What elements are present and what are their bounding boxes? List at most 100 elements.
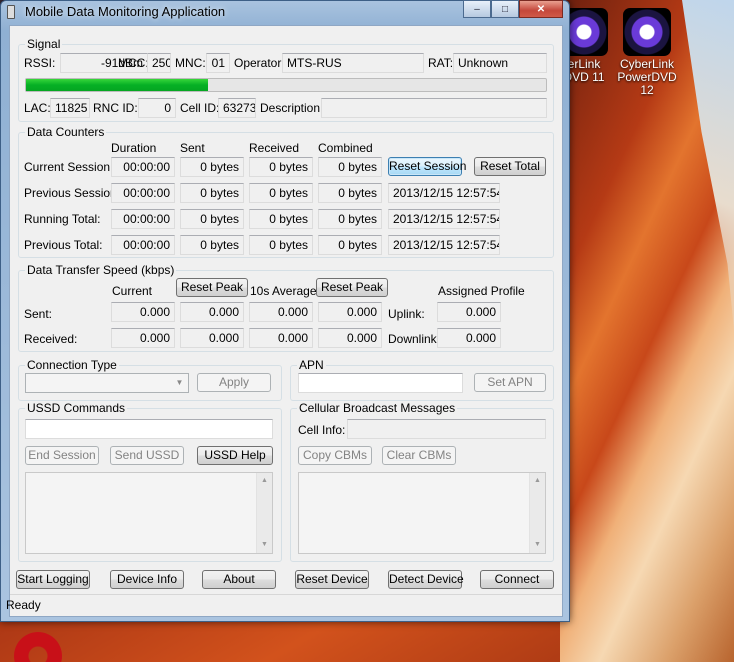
counter-date-value: 2013/12/15 12:57:54 <box>388 209 500 229</box>
signal-strength-fill <box>26 79 208 91</box>
cbm-scrollbar[interactable]: ▲ ▼ <box>529 473 545 553</box>
sent-peak-value: 0.000 <box>180 302 244 322</box>
rat-label: RAT: <box>428 56 454 70</box>
cell-id-value: 63273 <box>218 98 256 118</box>
lac-value: 11825 <box>50 98 90 118</box>
counter-sent-value: 0 bytes <box>180 235 244 255</box>
counter-sent-value: 0 bytes <box>180 157 244 177</box>
window-title: Mobile Data Monitoring Application <box>25 4 226 19</box>
scroll-up-icon[interactable]: ▲ <box>257 473 272 489</box>
desktop-icon-powerdvd12[interactable]: CyberLink PowerDVD 12 <box>610 8 684 97</box>
assigned-profile-header: Assigned Profile <box>438 284 525 298</box>
caption-buttons: – □ ✕ <box>463 0 563 18</box>
counter-combined-value: 0 bytes <box>318 209 382 229</box>
about-button[interactable]: About <box>202 570 276 589</box>
uplink-value: 0.000 <box>437 302 501 322</box>
scroll-up-icon[interactable]: ▲ <box>530 473 545 489</box>
connect-button[interactable]: Connect <box>480 570 554 589</box>
data-counters-label: Data Counters <box>25 125 107 139</box>
scroll-down-icon[interactable]: ▼ <box>530 537 545 553</box>
counter-received-value: 0 bytes <box>249 183 313 203</box>
rnc-value: 0 <box>138 98 176 118</box>
downlink-value: 0.000 <box>437 328 501 348</box>
end-session-button[interactable]: End Session <box>25 446 99 465</box>
sent-current-value: 0.000 <box>111 302 175 322</box>
send-ussd-button[interactable]: Send USSD <box>110 446 184 465</box>
ussd-output-list[interactable]: ▲ ▼ <box>25 472 273 554</box>
counter-duration-value: 00:00:00 <box>111 235 175 255</box>
counter-received-value: 0 bytes <box>249 209 313 229</box>
sent-header: Sent <box>180 141 205 155</box>
reset-total-button[interactable]: Reset Total <box>474 157 546 176</box>
device-info-button[interactable]: Device Info <box>110 570 184 589</box>
received-peak-value: 0.000 <box>180 328 244 348</box>
received-current-value: 0.000 <box>111 328 175 348</box>
reset-session-button[interactable]: Reset Session <box>388 157 466 176</box>
received-avg-peak-value: 0.000 <box>318 328 382 348</box>
counter-row-label: Current Session: <box>24 160 114 174</box>
avg-header: 10s Average <box>250 284 317 298</box>
mcc-value: 250 <box>147 53 171 73</box>
received-avg-value: 0.000 <box>249 328 313 348</box>
counter-sent-value: 0 bytes <box>180 209 244 229</box>
signal-strength-bar <box>25 78 547 92</box>
minimize-button[interactable]: – <box>463 0 491 18</box>
downlink-label: Downlink: <box>388 332 441 346</box>
rssi-label: RSSI: <box>24 56 56 70</box>
start-logging-button[interactable]: Start Logging <box>16 570 90 589</box>
copy-cbms-button[interactable]: Copy CBMs <box>298 446 372 465</box>
ussd-scrollbar[interactable]: ▲ ▼ <box>256 473 272 553</box>
maximize-button[interactable]: □ <box>491 0 519 18</box>
lac-label: LAC: <box>24 101 51 115</box>
client-area: Signal RSSI: -91dBm MCC: 250 MNC: 01 Ope… <box>6 25 563 617</box>
counter-combined-value: 0 bytes <box>318 183 382 203</box>
apn-label: APN <box>297 358 326 372</box>
cbm-output-list[interactable]: ▲ ▼ <box>298 472 546 554</box>
chevron-down-icon: ▼ <box>175 378 184 387</box>
apn-input[interactable] <box>298 373 463 393</box>
clear-cbms-button[interactable]: Clear CBMs <box>382 446 456 465</box>
scroll-down-icon[interactable]: ▼ <box>257 537 272 553</box>
sent-avg-peak-value: 0.000 <box>318 302 382 322</box>
connection-type-select[interactable]: ▼ <box>25 373 189 393</box>
reset-peak-avg-button[interactable]: Reset Peak <box>316 278 388 297</box>
desktop-background <box>560 0 734 662</box>
combined-header: Combined <box>318 141 373 155</box>
phone-icon <box>7 5 15 19</box>
apply-button[interactable]: Apply <box>197 373 271 392</box>
counter-row-label: Running Total: <box>24 212 101 226</box>
description-value <box>321 98 547 118</box>
rat-value: Unknown <box>453 53 547 73</box>
counter-received-value: 0 bytes <box>249 157 313 177</box>
powerdvd12-icon <box>623 8 671 56</box>
cell-info-value <box>347 419 546 439</box>
detect-device-button[interactable]: Detect Device <box>388 570 464 589</box>
speed-sent-label: Sent: <box>24 307 53 321</box>
cell-info-label: Cell Info: <box>298 423 346 437</box>
counter-row-label: Previous Total: <box>24 238 103 252</box>
mnc-value: 01 <box>206 53 230 73</box>
counter-row-label: Previous Session: <box>24 186 121 200</box>
connection-type-label: Connection Type <box>25 358 119 372</box>
rnc-label: RNC ID: <box>93 101 138 115</box>
counter-duration-value: 00:00:00 <box>111 157 175 177</box>
opera-icon[interactable] <box>14 632 62 662</box>
set-apn-button[interactable]: Set APN <box>474 373 546 392</box>
cell-id-label: Cell ID: <box>180 101 220 115</box>
counter-date-value: 2013/12/15 12:57:54 <box>388 235 500 255</box>
status-text: Ready <box>6 598 41 612</box>
speed-received-label: Received: <box>24 332 78 346</box>
reset-peak-button[interactable]: Reset Peak <box>176 278 248 297</box>
close-button[interactable]: ✕ <box>519 0 563 18</box>
sent-avg-value: 0.000 <box>249 302 313 322</box>
operator-value: MTS-RUS <box>282 53 424 73</box>
uplink-label: Uplink: <box>388 307 425 321</box>
ussd-input[interactable] <box>25 419 273 439</box>
counter-received-value: 0 bytes <box>249 235 313 255</box>
ussd-help-button[interactable]: USSD Help <box>197 446 273 465</box>
counter-combined-value: 0 bytes <box>318 235 382 255</box>
current-header: Current <box>112 284 153 298</box>
counter-sent-value: 0 bytes <box>180 183 244 203</box>
reset-device-button[interactable]: Reset Device <box>295 570 369 589</box>
app-window: Mobile Data Monitoring Application – □ ✕… <box>0 0 570 622</box>
